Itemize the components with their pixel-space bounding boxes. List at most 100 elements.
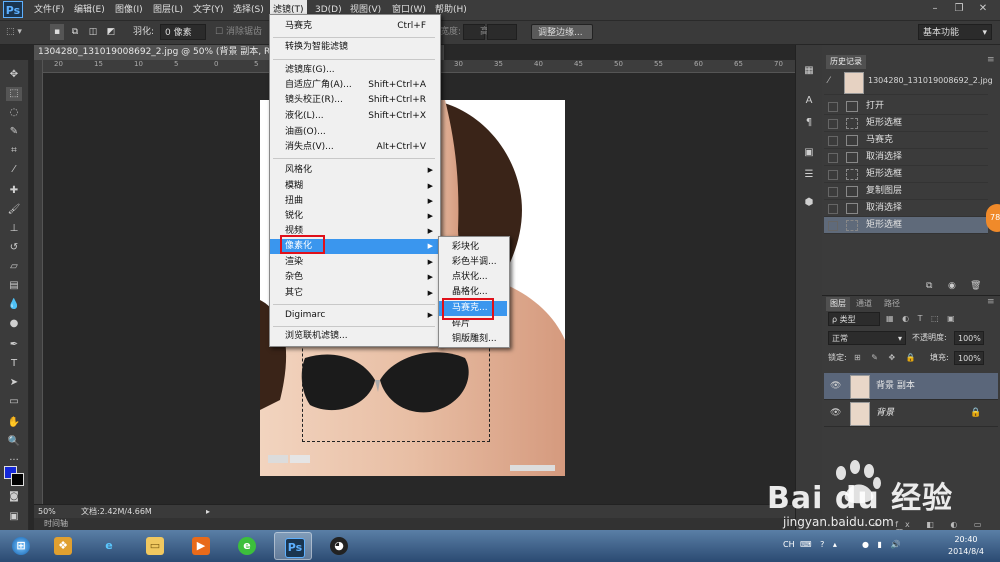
menu-filter-gallery[interactable]: 滤镜库(G)... <box>270 63 438 78</box>
layer-filter-select[interactable]: ρ 类型 <box>828 312 880 326</box>
crop-tool-icon[interactable]: ⌗ <box>6 144 22 158</box>
quick-select-tool-icon[interactable]: ✎ <box>6 125 22 139</box>
menu-noise[interactable]: 杂色 ▶ <box>270 270 438 285</box>
taskbar-browser[interactable]: e <box>228 532 266 560</box>
dodge-tool-icon[interactable]: ● <box>6 317 22 331</box>
history-step[interactable]: 取消选择 <box>824 149 988 166</box>
height-input[interactable] <box>487 24 517 40</box>
hand-tool-icon[interactable]: ✋ <box>6 416 22 430</box>
menu-adaptive-wide-angle[interactable]: 自适应广角(A)... Shift+Ctrl+A <box>270 78 438 93</box>
status-arrow-icon[interactable]: ▸ <box>206 505 210 519</box>
blur-tool-icon[interactable]: 💧 <box>6 298 22 312</box>
eraser-tool-icon[interactable]: ▱ <box>6 260 22 274</box>
menu-liquify[interactable]: 液化(L)... Shift+Ctrl+X <box>270 109 438 124</box>
subtract-selection-icon[interactable]: ◫ <box>86 24 100 40</box>
antialias-checkbox[interactable]: ☐ 消除锯齿 <box>215 24 262 40</box>
menu-vanishing-point[interactable]: 消失点(V)... Alt+Ctrl+V <box>270 140 438 155</box>
tab-history[interactable]: 历史记录 <box>826 55 866 69</box>
menu-select[interactable]: 选择(S) <box>233 0 264 20</box>
menu-browse-filters-online[interactable]: 浏览联机滤镜... <box>270 329 438 344</box>
tab-paths[interactable]: 路径 <box>880 297 904 311</box>
menu-sharpen[interactable]: 锐化 ▶ <box>270 209 438 224</box>
zoom-level[interactable]: 50% <box>38 505 56 519</box>
layer-comps-icon[interactable]: ▣ <box>803 147 815 159</box>
move-tool-icon[interactable]: ✥ <box>6 68 22 82</box>
pen-tool-icon[interactable]: ✒ <box>6 338 22 352</box>
taskbar-qq[interactable]: ◕ <box>320 532 358 560</box>
feather-input[interactable]: 0 像素 <box>160 24 206 40</box>
menu-stylize[interactable]: 风格化 ▶ <box>270 163 438 178</box>
menu-last-filter[interactable]: 马赛克 Ctrl+F <box>270 19 438 34</box>
history-step[interactable]: 打开 <box>824 98 988 115</box>
taskbar-clock[interactable]: 20:40 2014/8/4 <box>938 534 994 558</box>
paragraph-panel-icon[interactable]: ¶ <box>803 117 815 129</box>
history-step[interactable]: 取消选择 <box>824 200 988 217</box>
system-tray-icons[interactable]: ● ▮ 🔊 <box>862 540 903 549</box>
workspace-select[interactable]: 基本功能 ▾ <box>918 24 992 40</box>
taskbar-photoshop[interactable]: Ps <box>274 532 312 560</box>
camera-icon[interactable]: ◉ <box>948 281 956 291</box>
quick-mask-icon[interactable]: ◙ <box>6 490 22 504</box>
history-step[interactable]: 马赛克 <box>824 132 988 149</box>
submenu-mezzotint[interactable]: 铜版雕刻... <box>439 332 507 347</box>
layer-row[interactable]: 👁 背景 🔒 <box>824 400 998 427</box>
add-selection-icon[interactable]: ⧉ <box>68 24 82 40</box>
clone-stamp-tool-icon[interactable]: ⊥ <box>6 222 22 236</box>
menu-digimarc[interactable]: Digimarc ▶ <box>270 308 438 323</box>
taskbar-media[interactable]: ▶ <box>182 532 220 560</box>
screen-mode-icon[interactable]: ▣ <box>6 510 22 524</box>
properties-panel-icon[interactable]: ☰ <box>803 169 815 181</box>
eye-icon[interactable]: 👁 <box>830 400 841 426</box>
menu-layer[interactable]: 图层(L) <box>153 0 183 20</box>
healing-brush-tool-icon[interactable]: ✚ <box>6 184 22 198</box>
3d-panel-icon[interactable]: ⬢ <box>803 197 815 209</box>
submenu-pointillize[interactable]: 点状化... <box>439 270 507 285</box>
menu-type[interactable]: 文字(Y) <box>193 0 224 20</box>
path-select-tool-icon[interactable]: ➤ <box>6 376 22 390</box>
gradient-tool-icon[interactable]: ▤ <box>6 279 22 293</box>
menu-oil-paint[interactable]: 油画(O)... <box>270 125 438 140</box>
eyedropper-tool-icon[interactable]: ⁄ <box>6 163 22 177</box>
rect-marquee-tool-icon[interactable]: ⬚ <box>6 87 22 101</box>
menu-lens-correction[interactable]: 镜头校正(R)... Shift+Ctrl+R <box>270 93 438 108</box>
menu-blur[interactable]: 模糊 ▶ <box>270 179 438 194</box>
blend-mode-select[interactable]: 正常 ▾ <box>828 331 906 345</box>
taskbar-explorer[interactable]: ▭ <box>136 532 174 560</box>
layer-filter-icons[interactable]: ▦ ◐ T ⬚ ▣ <box>886 312 958 326</box>
rectangle-shape-tool-icon[interactable]: ▭ <box>6 395 22 409</box>
panel-menu-icon[interactable]: ≡ <box>987 55 995 65</box>
lasso-tool-icon[interactable]: ◌ <box>6 106 22 120</box>
start-button[interactable]: ⊞ <box>2 532 40 560</box>
background-color-swatch[interactable] <box>11 473 24 486</box>
minimize-icon[interactable]: – <box>924 2 946 16</box>
submenu-facet[interactable]: 彩块化 <box>439 240 507 255</box>
history-snapshot[interactable]: ⁄ 1304280_131019008692_2.jpg <box>824 70 993 95</box>
tab-layers[interactable]: 图层 <box>826 297 850 311</box>
close-icon[interactable]: ✕ <box>972 2 994 16</box>
trash-icon[interactable]: 🗑 <box>970 281 981 291</box>
panel-menu-icon[interactable]: ≡ <box>987 297 995 307</box>
history-brush-tool-icon[interactable]: ↺ <box>6 241 22 255</box>
timeline-tab[interactable]: 时间轴 <box>34 518 795 530</box>
history-step[interactable]: 矩形选框 <box>824 115 988 132</box>
submenu-color-halftone[interactable]: 彩色半调... <box>439 255 507 270</box>
lock-icons[interactable]: ⊞ ✎ ✥ 🔒 <box>854 351 920 365</box>
notification-badge[interactable]: 78 <box>986 204 1000 232</box>
new-document-from-state-icon[interactable]: ⧉ <box>926 281 932 291</box>
refine-edge-button[interactable]: 调整边缘... <box>531 24 593 40</box>
history-step-current[interactable]: 矩形选框 <box>824 217 988 234</box>
type-tool-icon[interactable]: T <box>6 357 22 371</box>
input-language[interactable]: CH <box>783 540 795 549</box>
brush-tool-icon[interactable]: 🖌 <box>6 203 22 217</box>
history-step[interactable]: 矩形选框 <box>824 166 988 183</box>
restore-icon[interactable]: ❐ <box>948 2 970 16</box>
menu-file[interactable]: 文件(F) <box>34 0 64 20</box>
menu-edit[interactable]: 编辑(E) <box>74 0 105 20</box>
history-step[interactable]: 复制图层 <box>824 183 988 200</box>
fill-input[interactable]: 100% <box>954 351 984 365</box>
new-selection-icon[interactable]: ▪ <box>50 24 64 40</box>
history-panel-icon[interactable]: ▦ <box>803 65 815 77</box>
intersect-selection-icon[interactable]: ◩ <box>104 24 118 40</box>
opacity-input[interactable]: 100% <box>954 331 984 345</box>
menu-distort[interactable]: 扭曲 ▶ <box>270 194 438 209</box>
